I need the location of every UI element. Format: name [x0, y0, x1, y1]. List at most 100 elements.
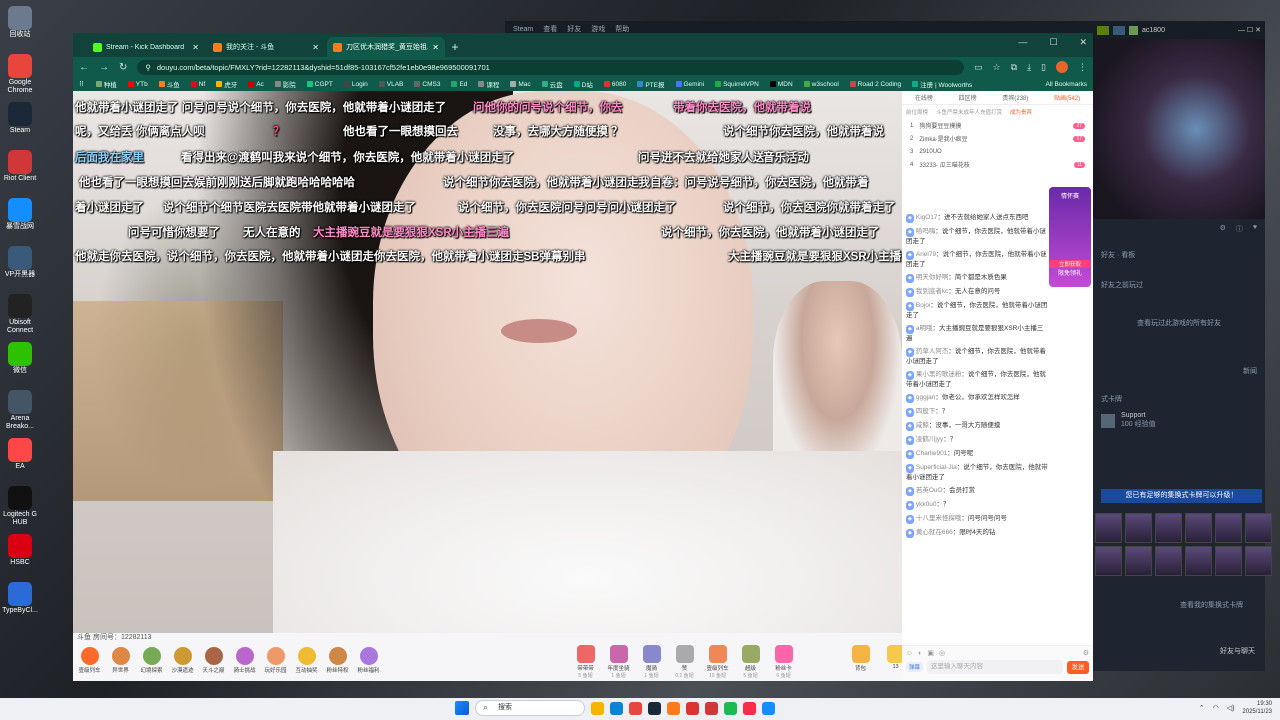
activity-item[interactable]: 粉丝福利 [356, 647, 381, 674]
bookmark-item[interactable]: VLAB [378, 79, 403, 89]
site-info-icon[interactable]: ⚲ [145, 63, 151, 72]
chat-nickname[interactable]: 若英OuO [916, 487, 943, 494]
gift-item[interactable]: 超级 5 鱼翅 [738, 645, 763, 679]
clock[interactable]: 19:30 2025/11/23 [1242, 700, 1272, 716]
desktop-icon[interactable]: Arena Breako... [2, 388, 38, 436]
chat-nickname[interactable]: Bojoi [916, 302, 930, 309]
activity-item[interactable]: 沙漠遗迹 [170, 647, 195, 674]
bookmark-item[interactable]: 斗鱼 [158, 79, 180, 89]
steam-news-link[interactable]: 新闻 [1093, 362, 1265, 380]
rank-row[interactable]: 4 33233- 瓜三喵花枝 11 [902, 158, 1093, 171]
info-icon[interactable]: ⓘ [1236, 224, 1243, 234]
riot-icon[interactable] [705, 701, 718, 715]
bookmark-item[interactable]: PTE报 [637, 79, 665, 89]
desktop-icon[interactable]: 微信 [2, 340, 38, 388]
become-vip[interactable]: 成为贵宾 [1010, 108, 1032, 116]
activity-item[interactable]: 玩好乐园 [263, 647, 288, 674]
send-button[interactable]: 发送 [1067, 660, 1089, 674]
desktop-icon[interactable]: VP开黑器 [2, 244, 38, 292]
rank-title[interactable]: 前位周榜 [906, 108, 928, 116]
gear-icon[interactable]: ⚙ [1220, 224, 1226, 234]
trading-card[interactable] [1095, 513, 1122, 543]
desktop-icon[interactable]: 暴雪战网 [2, 196, 38, 244]
bookmark-item[interactable]: 6080 [603, 79, 626, 89]
download-icon[interactable]: ⤓ [1027, 62, 1031, 73]
chrome-icon[interactable] [629, 701, 642, 715]
emoji-icon[interactable]: ☺ [906, 650, 913, 657]
close-icon[interactable]: ✕ [1079, 37, 1087, 48]
bookmark-item[interactable]: Login [343, 79, 368, 89]
all-bookmarks[interactable]: All Bookmarks [1045, 81, 1087, 88]
rank-row[interactable]: 1 狗狗要豆豆摸摸 27 [902, 119, 1093, 132]
bag-button[interactable]: 背包 [848, 645, 873, 672]
chat-nickname[interactable]: Ariel79 [916, 251, 936, 258]
tray-chevron-icon[interactable]: ⌃ [1199, 704, 1205, 712]
gift-item[interactable]: 带带带 5 鱼翅 [573, 645, 598, 679]
tab-close-icon[interactable]: ✕ [192, 43, 199, 52]
steam-avatar[interactable] [1129, 25, 1138, 35]
desktop-icon[interactable]: TypeByCl... [2, 580, 38, 628]
steam-notif-icon[interactable] [1097, 25, 1109, 35]
steam-tab-label[interactable]: 看板 [1121, 252, 1135, 259]
chat-nickname[interactable]: 四般下 [916, 408, 936, 415]
chat-nickname[interactable]: 黄心就在666 [916, 529, 953, 536]
chat-tab[interactable]: 在线榜 [915, 93, 933, 102]
video-player[interactable]: 他就带着小谜团走了 问号问号说个细节，你去医院，他就带着小谜团走了 问他你的问号说… [73, 91, 902, 633]
trading-card[interactable] [1215, 513, 1242, 543]
trading-card[interactable] [1185, 546, 1212, 576]
settings-icon[interactable]: ⚙ [1083, 649, 1089, 657]
gift-item[interactable]: 魔骑 1 鱼翅 [639, 645, 664, 679]
netease-icon[interactable] [686, 701, 699, 715]
activity-item[interactable]: 异世界 [108, 647, 133, 674]
trading-card[interactable] [1245, 513, 1272, 543]
chat-nickname[interactable]: 凌鹤川jyy [916, 436, 943, 443]
chat-nickname[interactable]: 哈吗嗨 [916, 228, 936, 235]
activity-item[interactable]: 骑士挑战 [232, 647, 257, 674]
bookmark-item[interactable]: Gemini [675, 79, 704, 89]
gift-item[interactable]: 赞 0.1 鱼翅 [672, 645, 697, 679]
tab-close-icon[interactable]: ✕ [432, 43, 439, 52]
bookmark-item[interactable]: SquirrelVPN [715, 79, 759, 89]
bookmark-item[interactable]: 影院 [274, 79, 296, 89]
heart-icon[interactable]: ♥ [1253, 224, 1257, 234]
gift-icon[interactable]: ▣ [927, 649, 934, 657]
reload-icon[interactable]: ↻ [119, 62, 127, 73]
trading-card[interactable] [1215, 546, 1242, 576]
desktop-icon[interactable]: Logitech G HUB [2, 484, 38, 532]
activity-item[interactable]: 互动抽奖 [294, 647, 319, 674]
douyu-icon[interactable] [667, 701, 680, 715]
install-app-icon[interactable]: ▭ [974, 62, 983, 73]
desktop-icon[interactable]: Ubisoft Connect [2, 292, 38, 340]
chat-nickname[interactable]: KigO17 [916, 214, 938, 221]
spotify-icon[interactable] [724, 701, 737, 715]
bookmark-item[interactable]: 注册 | Woolworths [912, 79, 972, 89]
steam-view-cards[interactable]: 查看我的集换式卡牌 [1180, 600, 1243, 610]
steam-recent-link[interactable]: 查看玩过此游戏的所有好友 [1093, 314, 1265, 332]
danmu-tag[interactable]: 弹幕 [906, 662, 924, 672]
battlenet-icon[interactable] [762, 701, 775, 715]
chat-nickname[interactable]: 药草人阿杰 [916, 348, 949, 355]
chat-input[interactable]: 这里输入聊天内容 [927, 660, 1063, 674]
steam-card-banner[interactable]: 您已有足够的集换式卡牌可以升级！ [1101, 489, 1262, 503]
desktop-icon[interactable]: 回收站 [2, 4, 38, 52]
volume-icon[interactable]: ◁) [1227, 704, 1235, 712]
fan-icon[interactable]: ◎ [939, 649, 945, 657]
trading-card[interactable] [1155, 546, 1182, 576]
bookmark-item[interactable]: MDN [769, 79, 793, 89]
activity-item[interactable]: 壹级列车 [77, 647, 102, 674]
chat-tab[interactable]: 贴画(542) [1054, 93, 1080, 102]
browser-tab[interactable]: 刀区优木润猎奖_黄豆始祖... ✕ [327, 37, 445, 57]
desktop-icon[interactable]: Google Chrome [2, 52, 38, 100]
browser-tab[interactable]: 我的关注 - 斗鱼 ✕ [207, 37, 325, 57]
chat-nickname[interactable]: Charlie901 [916, 450, 947, 457]
chat-nickname[interactable]: 明天你好啊 [916, 274, 949, 281]
forward-icon[interactable]: → [99, 62, 109, 73]
browser-tab[interactable]: Stream - Kick Dashboard ✕ [87, 37, 205, 57]
rank-row[interactable]: 2 Zimka·是我小疯豆 17 [902, 132, 1093, 145]
file-explorer-icon[interactable] [591, 701, 604, 715]
back-icon[interactable]: ← [79, 62, 89, 73]
bookmark-item[interactable]: 课程 [478, 79, 499, 89]
apps-icon[interactable]: ⠿ [79, 80, 84, 88]
trading-card[interactable] [1095, 546, 1122, 576]
promo-banner[interactable]: 情怀赛 立即获取 限免领礼 [1049, 187, 1091, 287]
